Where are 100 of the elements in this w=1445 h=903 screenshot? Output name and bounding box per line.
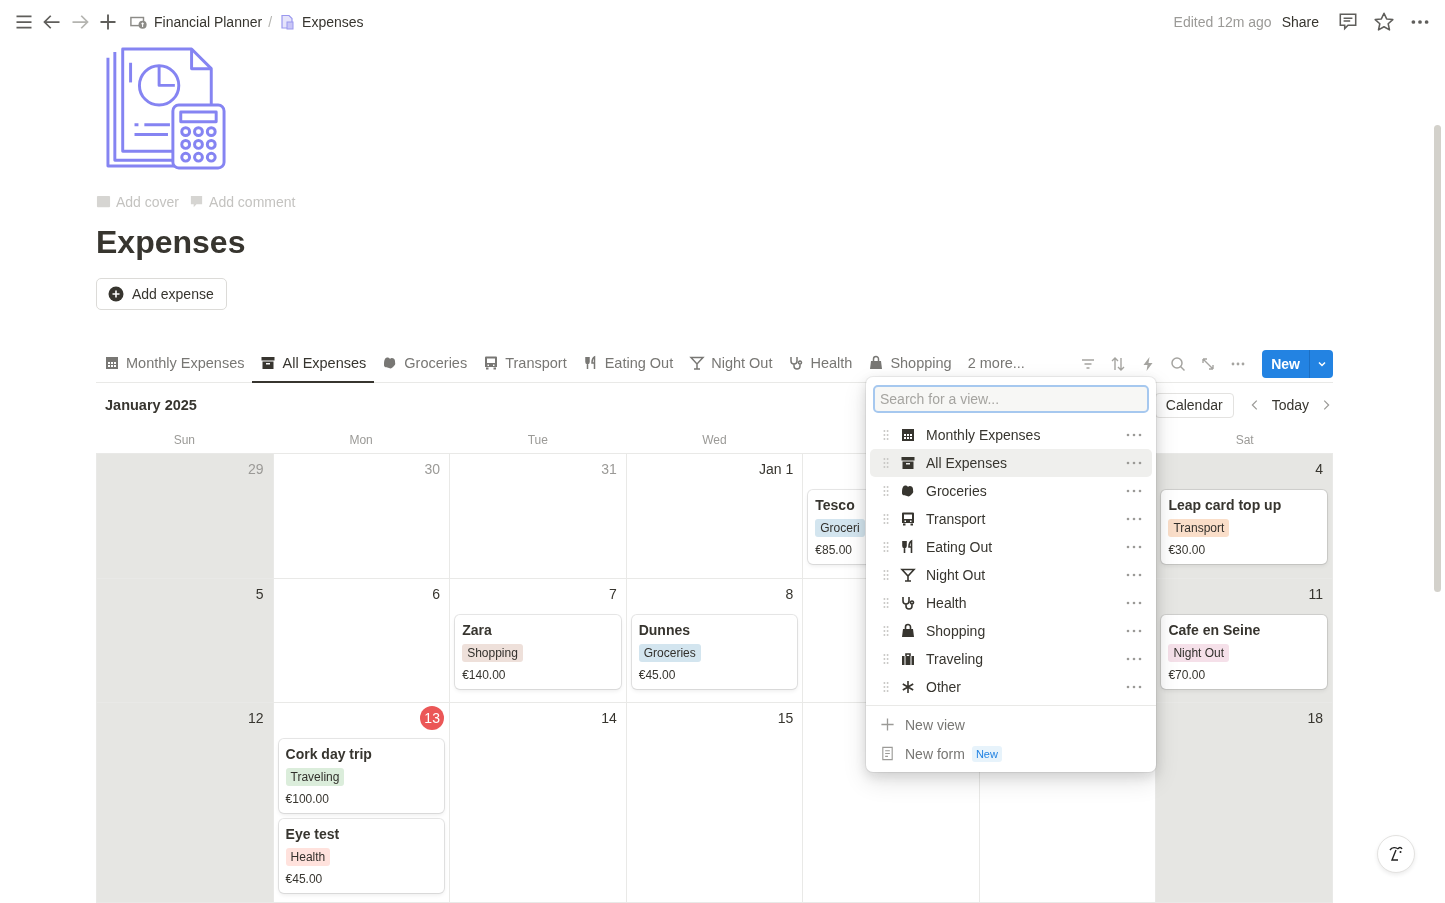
weekday-label: Sun xyxy=(173,433,196,447)
view-menu-item[interactable]: Health xyxy=(870,589,1152,617)
more-icon[interactable] xyxy=(1126,600,1142,606)
breadcrumb-link[interactable]: Expenses xyxy=(274,12,368,32)
event-card[interactable]: Zara Shopping €140.00 xyxy=(455,614,621,689)
scrollbar-thumb[interactable] xyxy=(1434,125,1441,592)
drag-handle-icon[interactable] xyxy=(882,652,890,666)
blob-icon xyxy=(900,483,916,499)
category-tag: Transport xyxy=(1168,519,1230,537)
more-icon[interactable] xyxy=(1126,516,1142,522)
category-tag: Night Out xyxy=(1168,643,1230,662)
more-icon[interactable] xyxy=(1126,488,1142,494)
event-title: Leap card top up xyxy=(1168,496,1282,514)
comment-icon[interactable] xyxy=(1337,11,1359,33)
cocktail-glass-icon xyxy=(900,567,916,583)
more-icon[interactable] xyxy=(1126,684,1142,690)
month-label: January 2025 xyxy=(105,397,197,413)
more-icon[interactable] xyxy=(1126,572,1142,578)
search-icon[interactable] xyxy=(1170,355,1187,372)
view-menu-item[interactable]: Shopping xyxy=(870,617,1152,645)
archive-icon xyxy=(900,455,916,471)
drag-handle-icon[interactable] xyxy=(882,456,890,470)
document-icon xyxy=(278,14,297,30)
view-menu-item[interactable]: Other xyxy=(870,673,1152,701)
star-icon[interactable] xyxy=(1373,11,1395,33)
more-icon[interactable] xyxy=(1126,656,1142,662)
new-badge: New xyxy=(971,745,1002,762)
stethoscope-icon xyxy=(900,595,916,611)
event-card[interactable]: Eye test Health €45.00 xyxy=(278,819,445,893)
event-title: Zara xyxy=(462,620,492,639)
drag-handle-icon[interactable] xyxy=(882,484,890,498)
today-button[interactable]: Today xyxy=(1269,397,1311,413)
new-form-item[interactable]: New form New xyxy=(870,739,1152,768)
event-card[interactable]: Leap card top up Transport €30.00 xyxy=(1161,490,1327,564)
event-amount: €100.00 xyxy=(285,791,329,807)
weekday-label: Mon xyxy=(349,433,373,447)
suitcase-icon xyxy=(900,651,916,667)
day-number: 18 xyxy=(1307,710,1323,726)
more-icon[interactable] xyxy=(1126,628,1142,634)
view-menu-item[interactable]: Night Out xyxy=(870,561,1152,589)
view-tab[interactable]: Monthly Expenses xyxy=(96,345,253,383)
more-views-button[interactable]: 2 more... xyxy=(959,345,1033,383)
drag-handle-icon[interactable] xyxy=(882,540,890,554)
bag-icon xyxy=(868,355,885,371)
view-search-field[interactable]: Search for a view... xyxy=(873,385,1149,413)
breadcrumb-link[interactable]: Financial Planner xyxy=(126,12,267,32)
form-icon xyxy=(880,746,895,761)
drag-handle-icon[interactable] xyxy=(882,624,890,638)
drag-handle-icon[interactable] xyxy=(882,428,890,442)
weekday-label: Sat xyxy=(1235,433,1254,447)
day-number: 6 xyxy=(432,585,441,602)
view-menu-item[interactable]: Groceries xyxy=(870,477,1152,505)
view-menu-item[interactable]: All Expenses xyxy=(870,449,1152,477)
event-card[interactable]: Dunnes Groceries €45.00 xyxy=(631,614,798,689)
view-menu-item[interactable]: Traveling xyxy=(870,645,1152,673)
new-options-button[interactable] xyxy=(1309,349,1333,378)
view-menu-item[interactable]: Eating Out xyxy=(870,533,1152,561)
edited-time: Edited 12m ago xyxy=(1173,14,1272,30)
weekday-label: Tue xyxy=(527,433,548,447)
archive-icon xyxy=(260,355,277,371)
view-tab[interactable]: All Expenses xyxy=(252,345,375,383)
event-card[interactable]: Cork day trip Traveling €100.00 xyxy=(278,739,445,813)
day-number: 29 xyxy=(248,461,264,477)
calendar-button[interactable]: Calendar xyxy=(1154,392,1234,418)
event-amount: €70.00 xyxy=(1168,666,1206,683)
share-button[interactable]: Share xyxy=(1277,12,1323,32)
view-tab[interactable]: Groceries xyxy=(374,345,476,383)
drag-handle-icon[interactable] xyxy=(882,512,890,526)
view-menu-item[interactable]: Monthly Expenses xyxy=(870,421,1152,449)
view-tab[interactable]: Transport xyxy=(475,345,575,383)
view-tab[interactable]: Eating Out xyxy=(574,345,682,383)
new-button[interactable]: New xyxy=(1262,349,1309,378)
drag-handle-icon[interactable] xyxy=(882,568,890,582)
drag-handle-icon[interactable] xyxy=(882,596,890,610)
expand-icon[interactable] xyxy=(1200,355,1217,372)
page-title: Expenses xyxy=(96,223,247,262)
plus-icon[interactable] xyxy=(98,12,118,32)
day-number: 31 xyxy=(601,461,617,477)
sort-icon[interactable] xyxy=(1110,355,1127,372)
more-icon[interactable] xyxy=(1126,432,1142,438)
view-menu-item[interactable]: Transport xyxy=(870,505,1152,533)
more-icon[interactable] xyxy=(1126,544,1142,550)
add-expense-button[interactable]: Add expense xyxy=(96,278,227,310)
view-tab[interactable]: Shopping xyxy=(860,345,960,383)
bag-icon xyxy=(900,623,916,639)
view-tab[interactable]: Health xyxy=(780,345,861,383)
day-number: 30 xyxy=(424,461,441,477)
event-card[interactable]: Cafe en Seine Night Out €70.00 xyxy=(1161,614,1327,689)
help-button[interactable] xyxy=(1377,835,1415,873)
weekday-label: Wed xyxy=(702,433,727,447)
cocktail-glass-icon xyxy=(689,355,706,371)
drag-handle-icon[interactable] xyxy=(882,680,890,694)
day-number: 12 xyxy=(248,710,264,726)
view-tab[interactable]: Night Out xyxy=(681,345,781,383)
day-number: 11 xyxy=(1308,585,1323,602)
event-amount: €140.00 xyxy=(462,666,506,683)
event-amount: €30.00 xyxy=(1168,542,1206,558)
new-view-item[interactable]: New view xyxy=(870,710,1152,739)
image-icon xyxy=(96,194,111,209)
bus-icon xyxy=(900,511,916,527)
